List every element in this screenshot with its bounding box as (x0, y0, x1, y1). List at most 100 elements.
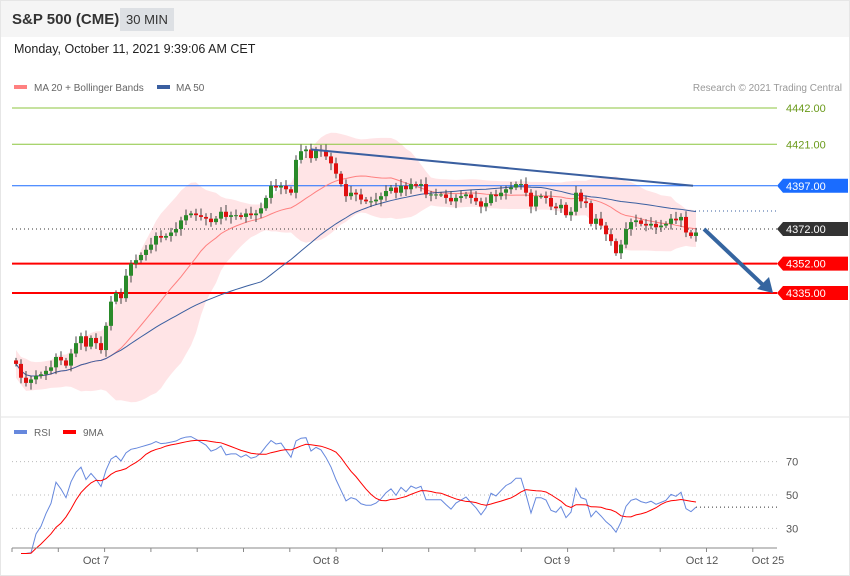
candle-body (39, 374, 43, 376)
candle-body (514, 184, 518, 188)
candle-body (19, 363, 23, 378)
candle-body (214, 218, 218, 223)
candle-body (554, 206, 558, 209)
forecast-arrow (702, 227, 765, 287)
rsi-ma-legend-swatch (63, 430, 76, 434)
candle-body (199, 215, 203, 217)
candle-body (274, 185, 278, 188)
candle-body (84, 336, 88, 347)
candle-body (379, 196, 383, 200)
candle-body (594, 218, 598, 224)
candle-body (689, 232, 693, 236)
candle-body (424, 184, 428, 195)
candle-body (34, 375, 38, 380)
candle-body (444, 194, 448, 198)
candle-body (224, 211, 228, 217)
rsi-legend-swatch (14, 430, 27, 434)
ma20-legend-label: MA 20 + Bollinger Bands (34, 83, 144, 94)
candle-body (479, 201, 483, 207)
candle-body (239, 215, 243, 217)
candle-body (519, 184, 523, 186)
level-label: 4335.00 (786, 288, 826, 300)
candle-body (534, 196, 538, 207)
level-label: 4442.00 (786, 103, 826, 115)
candle-body (414, 184, 418, 186)
rsi-ma-line (21, 439, 697, 554)
candle-body (694, 232, 698, 236)
x-tick-label: Oct 7 (83, 555, 109, 567)
candle-body (634, 220, 638, 223)
candle-body (109, 301, 113, 326)
rsi-panel: 70 50 30 (12, 436, 798, 554)
candle-body (619, 244, 623, 254)
level-label: 4421.00 (786, 139, 826, 151)
ma50-legend-label: MA 50 (176, 83, 205, 94)
candle-body (629, 222, 633, 230)
candle-body (204, 216, 208, 219)
candle-body (484, 203, 488, 207)
candle-body (14, 360, 18, 364)
rsi-line (21, 436, 697, 554)
bollinger-bands (16, 132, 696, 403)
candle-body (344, 184, 348, 197)
candle-body (399, 185, 403, 193)
candle-body (309, 149, 313, 159)
candle-body (574, 192, 578, 212)
candle-body (94, 337, 98, 344)
candle (109, 295, 113, 331)
candle-body (434, 194, 438, 196)
x-tick-label: Oct 8 (313, 555, 339, 567)
candle-body (114, 293, 118, 302)
candle-body (674, 218, 678, 221)
bollinger-band-fill (16, 132, 696, 403)
candle-body (184, 215, 188, 221)
copyright: Research © 2021 Trading Central (693, 83, 842, 94)
candle-body (429, 194, 433, 196)
candle-body (59, 356, 63, 361)
candle-body (584, 201, 588, 204)
candle-body (179, 220, 183, 230)
candle-body (544, 196, 548, 198)
candle-body (539, 196, 543, 198)
candle-body (569, 211, 573, 216)
candle-body (349, 192, 353, 197)
candle-body (409, 184, 413, 190)
candle-body (509, 187, 513, 190)
candle-body (529, 192, 533, 207)
candle-body (459, 196, 463, 198)
candle-body (134, 260, 138, 264)
candle-body (369, 201, 373, 203)
candle-body (499, 192, 503, 197)
candle-body (209, 218, 213, 223)
candle-body (64, 360, 68, 366)
rsi-tick-label: 30 (786, 523, 798, 535)
chart-widget: S&P 500 (CME) 30 MIN Monday, October 11,… (0, 0, 850, 576)
candle-body (549, 197, 553, 207)
candle-body (464, 194, 468, 197)
level-label: 4372.00 (786, 224, 826, 236)
candle-body (384, 190, 388, 197)
candle-body (284, 185, 288, 190)
candle-body (404, 185, 408, 190)
candle-body (194, 213, 198, 216)
candle-body (649, 223, 653, 226)
candle-body (219, 211, 223, 219)
candle-body (189, 213, 193, 216)
candle (294, 155, 298, 199)
candle-body (559, 204, 563, 209)
candle-body (439, 194, 443, 196)
candle-body (119, 293, 123, 299)
x-tick-label: Oct 9 (544, 555, 570, 567)
x-tick-label: Oct 12 (686, 555, 718, 567)
candle-body (564, 204, 568, 216)
candle-body (339, 173, 343, 185)
candle-body (249, 213, 253, 216)
candle-body (639, 220, 643, 224)
candle (589, 200, 593, 227)
candle-body (389, 187, 393, 191)
candle-body (684, 216, 688, 233)
candle-body (264, 197, 268, 209)
candle-body (79, 336, 83, 344)
candle-body (354, 192, 358, 195)
candle-body (99, 343, 103, 351)
